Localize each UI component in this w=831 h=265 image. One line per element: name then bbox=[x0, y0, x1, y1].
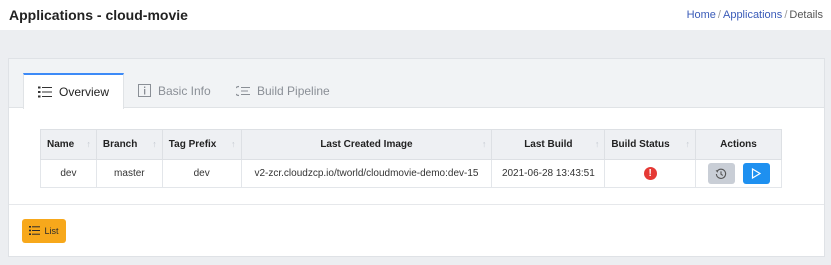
breadcrumb: Home / Applications / Details bbox=[686, 9, 823, 21]
page-title: Applications - cloud-movie bbox=[9, 7, 188, 23]
tab-build-pipeline-label: Build Pipeline bbox=[257, 83, 330, 98]
cell-last-build: 2021-06-28 13:43:51 bbox=[491, 159, 606, 188]
tab-overview-label: Overview bbox=[59, 85, 110, 99]
cell-tag-prefix: dev bbox=[161, 159, 242, 188]
col-build-status[interactable]: Build Status ↑ bbox=[604, 129, 697, 160]
cell-branch: master bbox=[95, 159, 163, 188]
info-icon bbox=[138, 84, 151, 97]
breadcrumb-home[interactable]: Home bbox=[687, 9, 716, 21]
history-button[interactable] bbox=[707, 163, 735, 184]
tab-basic-info-label: Basic Info bbox=[158, 83, 211, 98]
breadcrumb-details: Details bbox=[789, 9, 823, 21]
details-panel: Overview Basic Info Build Pipeline Name … bbox=[8, 58, 825, 257]
cell-name: dev bbox=[40, 159, 97, 188]
builds-table-wrap: Name ↑ Branch ↑ Tag Prefix ↑ Last Created I… bbox=[40, 129, 782, 188]
sort-icon: ↑ bbox=[152, 139, 157, 149]
col-branch[interactable]: Branch ↑ bbox=[95, 129, 163, 160]
builds-table: Name ↑ Branch ↑ Tag Prefix ↑ Last Created I… bbox=[40, 129, 782, 188]
top-header: Applications - cloud-movie Home / Applicat… bbox=[0, 0, 831, 30]
tab-build-pipeline[interactable]: Build Pipeline bbox=[222, 73, 344, 108]
pipeline-icon bbox=[236, 85, 250, 97]
table-header-row: Name ↑ Branch ↑ Tag Prefix ↑ Last Created I… bbox=[40, 129, 782, 160]
list-icon bbox=[38, 86, 52, 98]
sort-icon: ↑ bbox=[231, 139, 236, 149]
sort-icon: ↑ bbox=[86, 139, 91, 149]
error-status-icon: ! bbox=[643, 167, 657, 180]
cell-last-created-image: v2-zcr.cloudzcp.io/tworld/cloudmovie-dem… bbox=[240, 159, 493, 188]
sort-icon: ↑ bbox=[481, 139, 487, 149]
panel-divider bbox=[9, 204, 824, 205]
sort-icon: ↑ bbox=[594, 139, 600, 149]
col-name[interactable]: Name ↑ bbox=[40, 129, 97, 160]
tab-bar: Overview Basic Info Build Pipeline bbox=[9, 59, 824, 109]
tab-overview[interactable]: Overview bbox=[23, 73, 125, 109]
play-icon bbox=[751, 168, 762, 179]
list-button[interactable]: List bbox=[22, 219, 66, 243]
cell-actions bbox=[695, 159, 782, 188]
col-tag-prefix[interactable]: Tag Prefix ↑ bbox=[161, 129, 242, 160]
tab-basic-info[interactable]: Basic Info bbox=[124, 73, 225, 108]
run-build-button[interactable] bbox=[742, 163, 770, 184]
col-last-build[interactable]: Last Build ↑ bbox=[491, 129, 606, 160]
history-icon bbox=[715, 168, 727, 179]
table-row: dev master dev v2-zcr.cloudzcp.io/tworld… bbox=[40, 159, 782, 188]
list-icon bbox=[29, 225, 41, 237]
col-actions: Actions bbox=[695, 129, 782, 160]
list-button-label: List bbox=[44, 226, 59, 236]
breadcrumb-applications[interactable]: Applications bbox=[723, 9, 782, 21]
sort-icon: ↑ bbox=[685, 139, 691, 149]
col-last-created-image[interactable]: Last Created Image ↑ bbox=[240, 129, 493, 160]
cell-build-status: ! bbox=[604, 159, 697, 188]
